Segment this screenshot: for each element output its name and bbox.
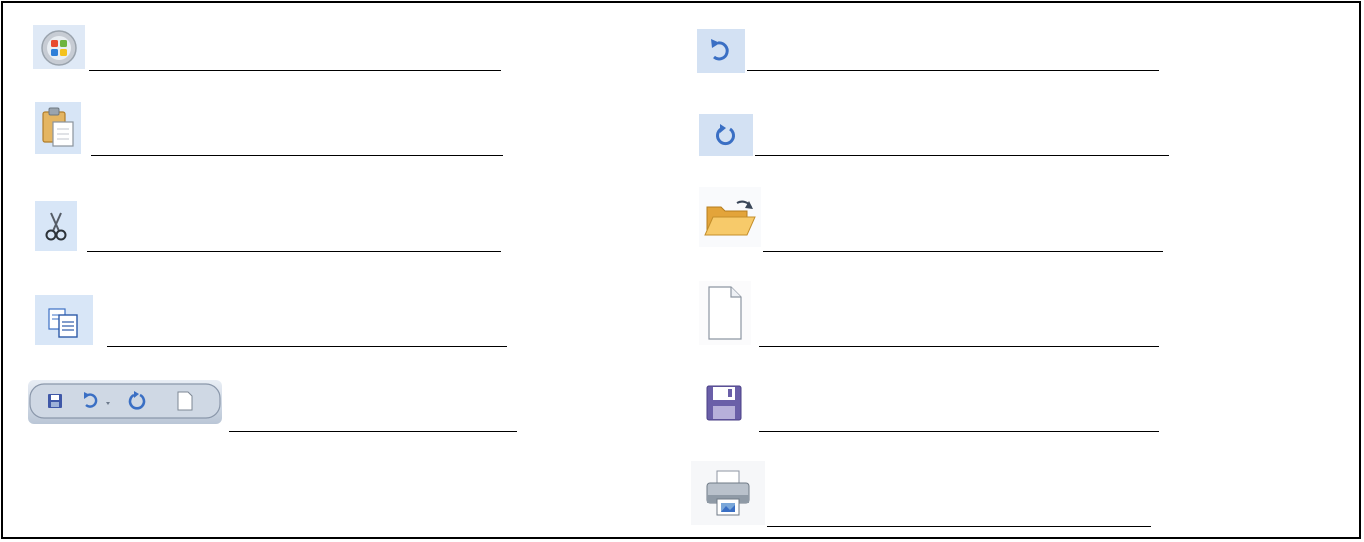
save-floppy-icon (701, 380, 747, 426)
cut-scissors-icon (35, 201, 77, 251)
answer-blank-3[interactable] (87, 251, 501, 252)
undo-icon (697, 29, 745, 73)
answer-blank-6[interactable] (747, 70, 1159, 71)
print-icon (691, 461, 765, 525)
answer-blank-4[interactable] (107, 346, 507, 347)
answer-blank-7[interactable] (755, 155, 1169, 156)
answer-blank-10[interactable] (759, 431, 1159, 432)
paste-icon (35, 102, 81, 154)
worksheet-frame (1, 1, 1361, 539)
answer-blank-8[interactable] (763, 251, 1163, 252)
answer-blank-9[interactable] (759, 346, 1159, 347)
office-button-icon (33, 25, 85, 69)
new-document-icon (699, 281, 751, 345)
redo-icon (699, 114, 753, 156)
quick-access-toolbar-icon (28, 380, 222, 424)
answer-blank-11[interactable] (767, 526, 1151, 527)
answer-blank-5[interactable] (229, 431, 517, 432)
copy-icon (35, 295, 93, 345)
answer-blank-2[interactable] (91, 155, 503, 156)
answer-blank-1[interactable] (89, 70, 501, 71)
open-folder-icon (699, 187, 761, 247)
